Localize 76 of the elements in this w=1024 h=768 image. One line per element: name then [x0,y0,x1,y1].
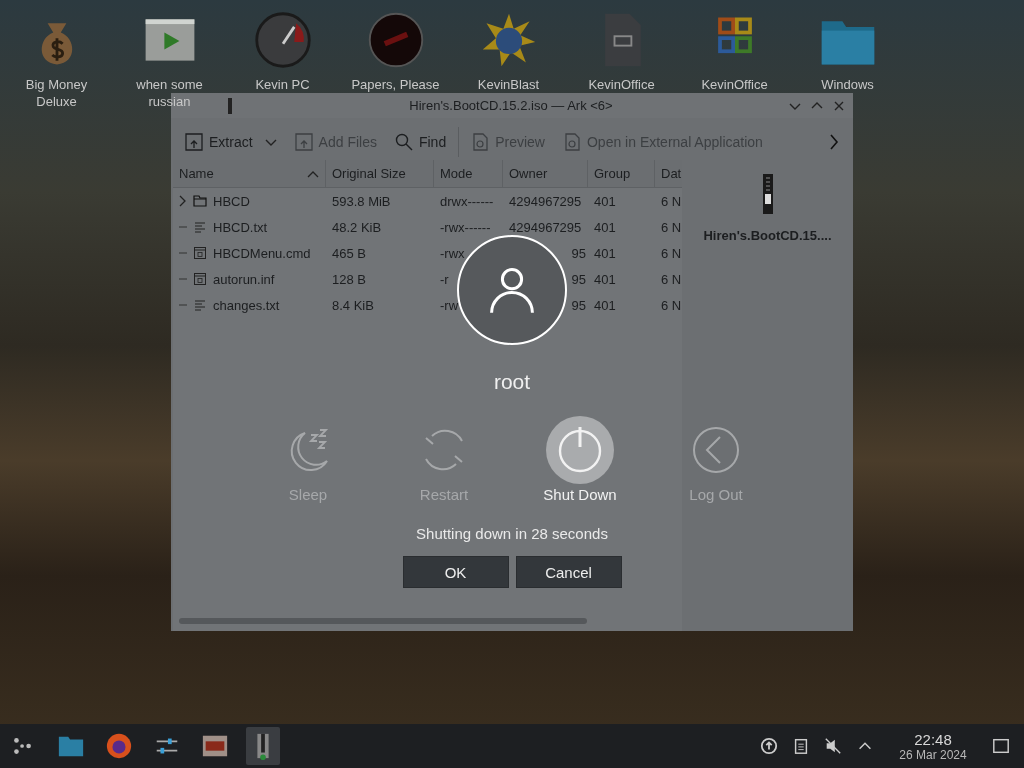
table-cell: 48.2 KiB [332,219,382,235]
window-title: Hiren's.BootCD.15.2.iso — Ark <6> [408,98,614,113]
column-header[interactable]: Mode [434,160,503,187]
file-name: Hiren's.BootCD.15.... [703,228,832,243]
clock-time[interactable]: 22:48 [914,730,952,748]
table-cell: 6 N [661,271,682,287]
table-cell: 6 N [661,297,682,313]
table-cell: 401 [594,219,616,235]
extract-button[interactable]: Extract [179,129,259,155]
table-cell: 6 N [661,219,682,235]
update-icon[interactable] [760,737,778,755]
table-cell: -rwx------ [440,219,491,235]
column-header[interactable]: Owner [503,160,588,187]
table-cell: changes.txt [213,297,280,313]
table-cell: 95 [571,245,586,261]
user-icon [488,266,536,314]
column-header[interactable]: Original Size [326,160,434,187]
column-header[interactable]: Dat [655,160,682,187]
table-cell: 95 [571,271,586,287]
table-cell: 8.4 KiB [332,297,374,313]
table-cell: 4294967295 [509,219,582,235]
table-cell: 6 N [661,193,682,209]
shutdown-countdown: Shutting down in 28 seconds [416,525,608,542]
muted-speaker-icon[interactable] [824,737,842,755]
document-icon [471,133,490,151]
document-icon [562,133,581,151]
find-button[interactable]: Find [388,129,453,155]
desktop-icon-label[interactable]: Big Money Deluxe [6,76,107,110]
desktop-icon-label[interactable]: KevinOffice [588,76,655,93]
table-cell: 128 B [332,271,366,287]
dialog-button[interactable]: Cancel [515,556,622,588]
table-cell: HBCDMenu.cmd [213,245,311,261]
table-cell: HBCD [213,193,250,209]
dialog-button[interactable]: OK [402,556,509,588]
table-cell: 4294967295 [509,193,582,209]
zipper-icon [762,174,773,214]
table-cell: 95 [571,297,586,313]
table-cell: drwx------ [440,193,494,209]
clock-date[interactable]: 26 Mar 2024 [899,747,967,762]
desktop-icon-label[interactable]: Windows [821,76,874,93]
zipper-icon[interactable] [246,727,280,765]
folder-icon [193,194,207,208]
upload-box-icon [294,133,313,151]
table-cell: 401 [594,271,616,287]
column-header[interactable]: Group [588,160,655,187]
script-file-icon [193,272,207,286]
clipboard-icon[interactable] [792,737,810,755]
table-cell: 401 [594,193,616,209]
table-cell: 465 B [332,245,366,261]
text-file-icon [193,220,207,234]
table-cell: -r [440,271,449,287]
table-cell: 401 [594,245,616,261]
zipper-icon [227,97,233,114]
upload-box-icon [185,133,203,151]
scrollbar[interactable] [179,618,587,624]
search-icon [394,133,413,151]
desktop-icon-label[interactable]: KevinOffice [701,76,768,93]
user-name: root [493,370,531,394]
table-cell: -rw [440,297,459,313]
table-cell: -rwx [440,245,465,261]
desktop-icon-label[interactable]: KevinBlast [477,76,540,93]
table-cell: 401 [594,297,616,313]
desktop-icon-label[interactable]: Kevin PC [255,76,310,93]
script-file-icon [193,246,207,260]
text-file-icon [193,298,207,312]
desktop-icon-label[interactable]: Papers, Please [351,76,440,93]
desktop-icon-label[interactable]: when some russian [119,76,220,110]
log-out-button[interactable]: Log Out [648,416,784,503]
table-cell: 6 N [661,245,682,261]
table-cell: 593.8 MiB [332,193,391,209]
show-desktop-icon[interactable] [992,737,1010,755]
close-icon[interactable] [833,99,845,112]
table-cell: autorun.inf [213,271,275,287]
gauge-icon[interactable] [252,10,313,70]
chevron-right-icon[interactable] [829,134,839,150]
table-cell: HBCD.txt [213,219,268,235]
